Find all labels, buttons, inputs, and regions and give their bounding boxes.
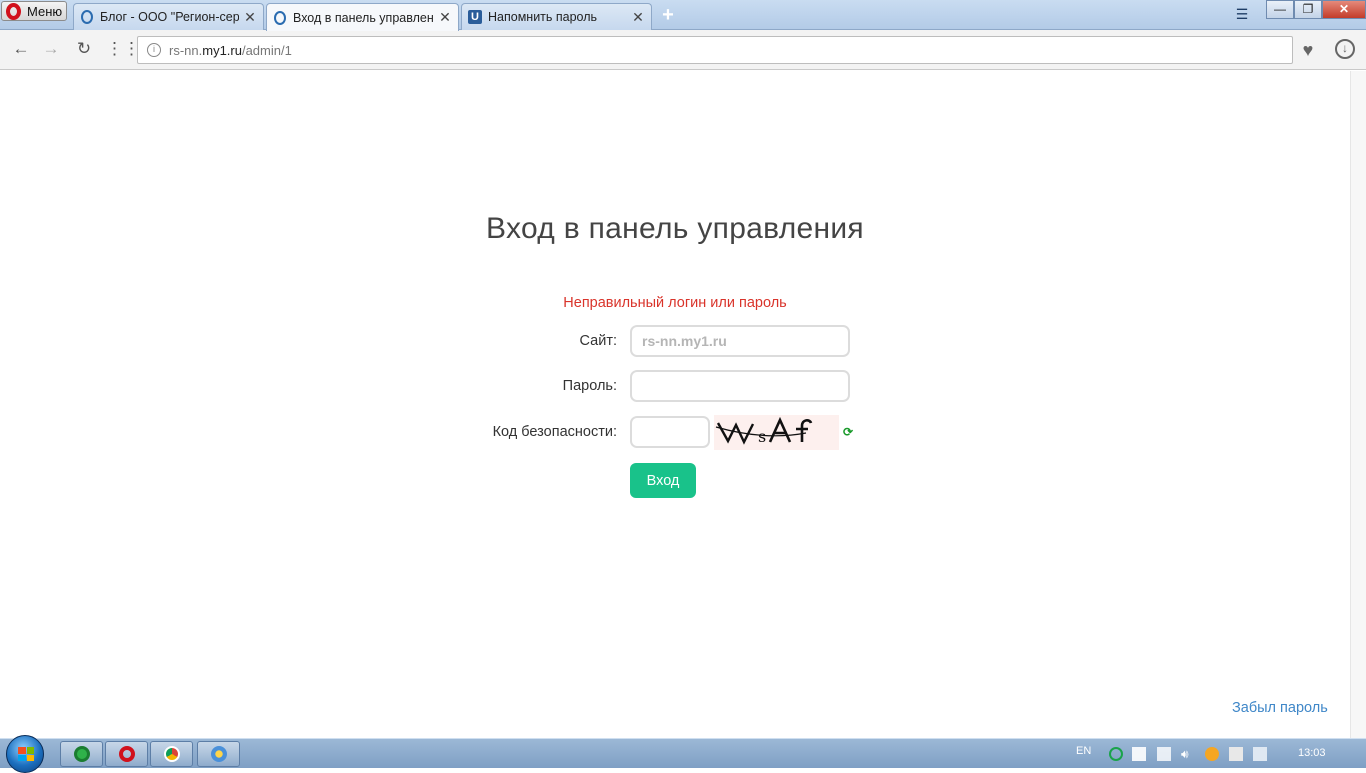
windows-logo-icon: [18, 747, 34, 761]
captcha-refresh-icon[interactable]: ⟳: [843, 426, 855, 438]
tab-menu-icon[interactable]: ☰: [1232, 6, 1252, 24]
reload-icon[interactable]: ↻: [73, 38, 95, 60]
tab-blog[interactable]: Блог - ООО "Регион-серв ✕: [73, 3, 264, 30]
restore-button[interactable]: ❐: [1294, 0, 1322, 19]
taskbar: EN 🔊︎ 13:03: [0, 735, 1366, 773]
site-label: Сайт:: [579, 333, 617, 349]
scrollbar[interactable]: [1350, 71, 1366, 738]
tab-title: Блог - ООО "Регион-серв: [100, 10, 239, 24]
opera-logo-icon: [6, 2, 21, 20]
volume-icon[interactable]: 🔊︎: [1181, 747, 1195, 761]
tab-strip: Меню Блог - ООО "Регион-серв ✕ Вход в па…: [0, 0, 1366, 31]
clock[interactable]: 13:03: [1298, 747, 1326, 759]
gear-favicon-icon: [80, 10, 94, 24]
captcha-label: Код безопасности:: [492, 424, 617, 440]
chrome-icon: [163, 746, 180, 762]
svg-text:s: s: [758, 427, 766, 446]
captcha-input[interactable]: [630, 416, 710, 448]
password-field[interactable]: [630, 370, 850, 402]
url-prefix: rs-nn.: [169, 42, 203, 58]
start-button[interactable]: [6, 735, 44, 773]
tab-remind-password[interactable]: U Напомнить пароль ✕: [461, 3, 652, 30]
tab-close-icon[interactable]: ✕: [438, 9, 452, 26]
taskbar-app-opera[interactable]: [105, 741, 148, 767]
gear-favicon-icon: [273, 10, 287, 25]
tray-windows-icon[interactable]: [1132, 747, 1146, 761]
password-label: Пароль:: [562, 378, 617, 394]
opera-icon: [118, 746, 135, 762]
window-controls: — ❐ ✕: [1266, 0, 1366, 20]
error-message: Неправильный логин или пароль: [563, 295, 787, 311]
page-content: Вход в панель управления Неправильный ло…: [0, 71, 1350, 738]
messenger-icon: [73, 746, 90, 762]
forward-icon[interactable]: →: [40, 38, 62, 60]
close-window-button[interactable]: ✕: [1322, 0, 1366, 19]
download-icon[interactable]: ↓: [1335, 39, 1355, 59]
login-button[interactable]: Вход: [630, 463, 696, 498]
taskbar-app-paint[interactable]: [197, 741, 240, 767]
taskbar-app-messenger[interactable]: [60, 741, 103, 767]
address-bar[interactable]: i rs-nn. my1.ru/admin/1: [137, 36, 1293, 64]
tab-admin-login[interactable]: Вход в панель управлени ✕: [266, 3, 459, 31]
site-info-icon[interactable]: i: [147, 43, 161, 57]
tab-close-icon[interactable]: ✕: [631, 9, 645, 26]
address-toolbar: ← → ↻ ⋮⋮ i rs-nn. my1.ru/admin/1 ♥ ↓: [0, 30, 1366, 70]
network-error-icon[interactable]: [1157, 747, 1171, 761]
opera-menu-button[interactable]: Меню: [1, 1, 67, 21]
tray-device-icon[interactable]: [1229, 747, 1243, 761]
tray-monitor-icon[interactable]: [1253, 747, 1267, 761]
paint-icon: [210, 746, 227, 762]
heart-icon[interactable]: ♥: [1296, 38, 1320, 62]
language-indicator[interactable]: EN: [1076, 745, 1091, 757]
ucoz-favicon-icon: U: [468, 10, 482, 24]
new-tab-button[interactable]: +: [658, 5, 678, 25]
minimize-button[interactable]: —: [1266, 0, 1294, 19]
url-host: my1.ru: [202, 42, 242, 58]
menu-label: Меню: [27, 3, 63, 19]
back-icon[interactable]: ←: [10, 38, 32, 60]
speed-dial-icon[interactable]: ⋮⋮: [106, 38, 140, 60]
tab-title: Напомнить пароль: [488, 10, 598, 24]
tab-title: Вход в панель управлени: [293, 10, 434, 25]
forgot-password-link[interactable]: Забыл пароль: [1232, 700, 1328, 716]
tab-close-icon[interactable]: ✕: [243, 9, 257, 26]
tray-app-icon[interactable]: [1109, 747, 1123, 761]
tray-avast-icon[interactable]: [1205, 747, 1219, 761]
taskbar-app-chrome[interactable]: [150, 741, 193, 767]
page-title: Вход в панель управления: [486, 212, 864, 245]
captcha-image: s: [714, 415, 839, 450]
url-path: /admin/1: [241, 42, 292, 58]
site-field[interactable]: [630, 325, 850, 357]
